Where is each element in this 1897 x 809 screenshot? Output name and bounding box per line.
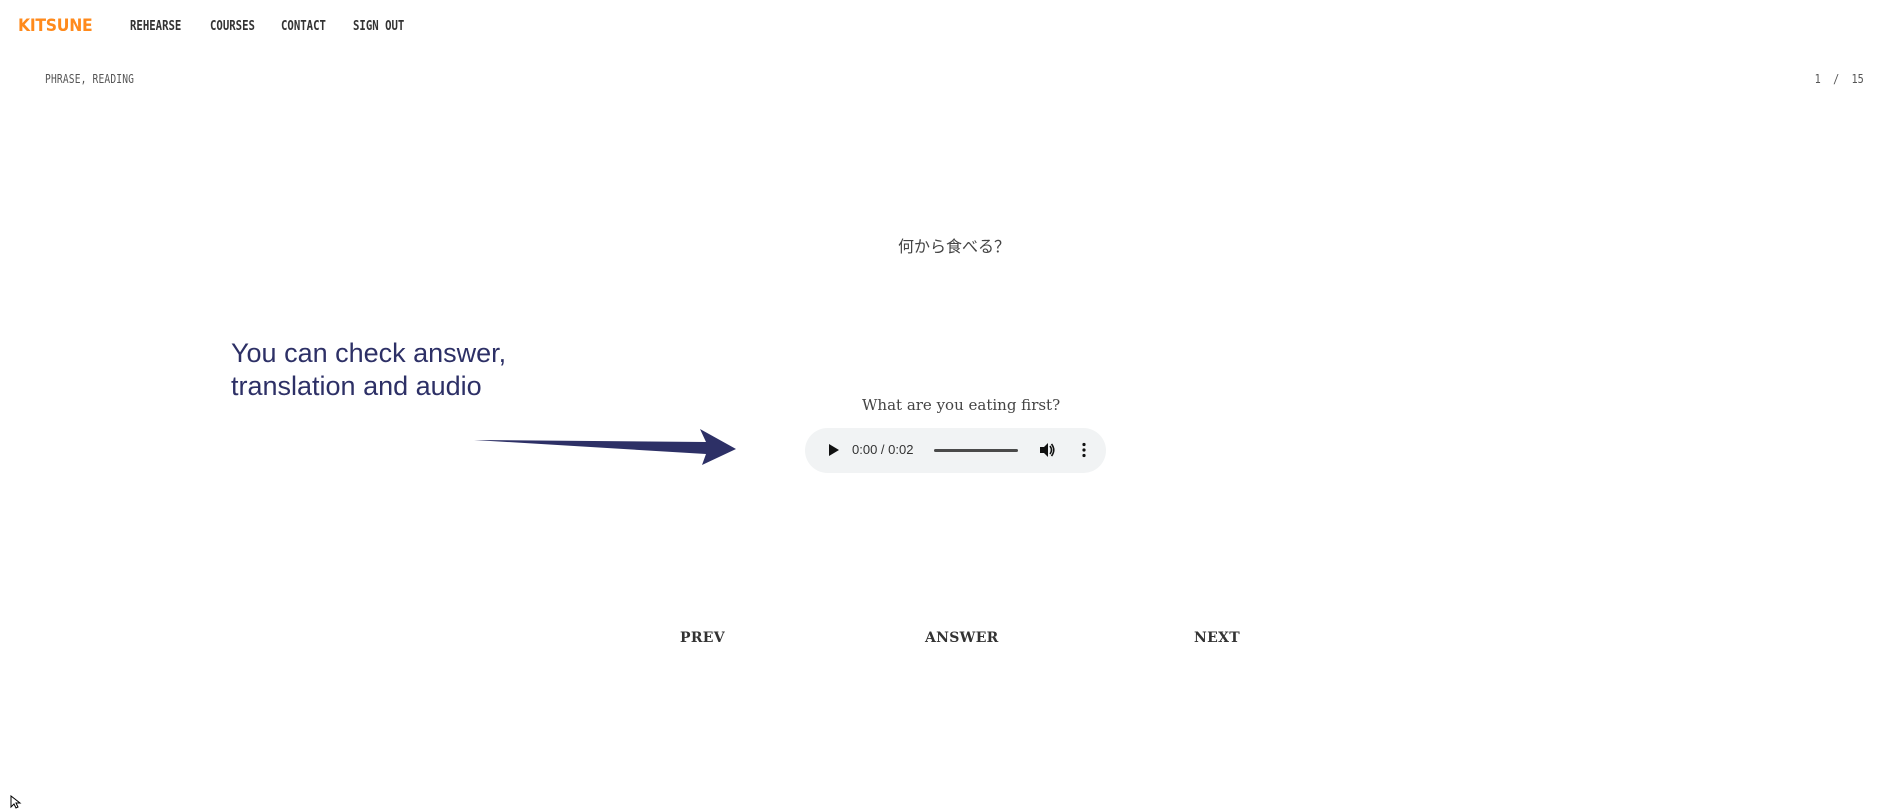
nav-link-courses[interactable]: COURSES [210,19,255,34]
card-progress: 1 / 15 [1814,72,1864,86]
nav-link-contact[interactable]: CONTACT [281,19,326,34]
answer-button[interactable]: ANSWER [925,630,999,646]
annotation-arrow-icon [474,429,736,465]
annotation-line-2: translation and audio [231,371,482,401]
brand-logo[interactable]: KITSUNE [18,16,93,36]
audio-time: 0:00 / 0:02 [852,442,914,457]
more-options-icon[interactable] [1075,441,1093,459]
nav-link-sign-out[interactable]: SIGN OUT [353,19,404,34]
audio-player[interactable]: 0:00 / 0:02 [805,428,1106,473]
nav-link-rehearse[interactable]: REHEARSE [130,19,181,34]
mouse-cursor-icon [10,795,22,809]
card-category: PHRASE, READING [45,72,135,86]
annotation-line-1: You can check answer, [231,338,507,368]
nav-links: REHEARSE COURSES CONTACT SIGN OUT [130,19,433,34]
phrase-text: 何から食べる？ [898,237,1011,256]
play-icon[interactable] [825,442,841,458]
prev-button[interactable]: PREV [680,630,725,646]
top-navigation: KITSUNE REHEARSE COURSES CONTACT SIGN OU… [0,0,1897,54]
translation-text: What are you eating first? [862,396,1061,414]
audio-seek-slider[interactable] [934,449,1018,452]
tutorial-annotation: You can check answer, translation and au… [231,337,506,403]
volume-icon[interactable] [1038,441,1056,459]
next-button[interactable]: NEXT [1194,630,1240,646]
